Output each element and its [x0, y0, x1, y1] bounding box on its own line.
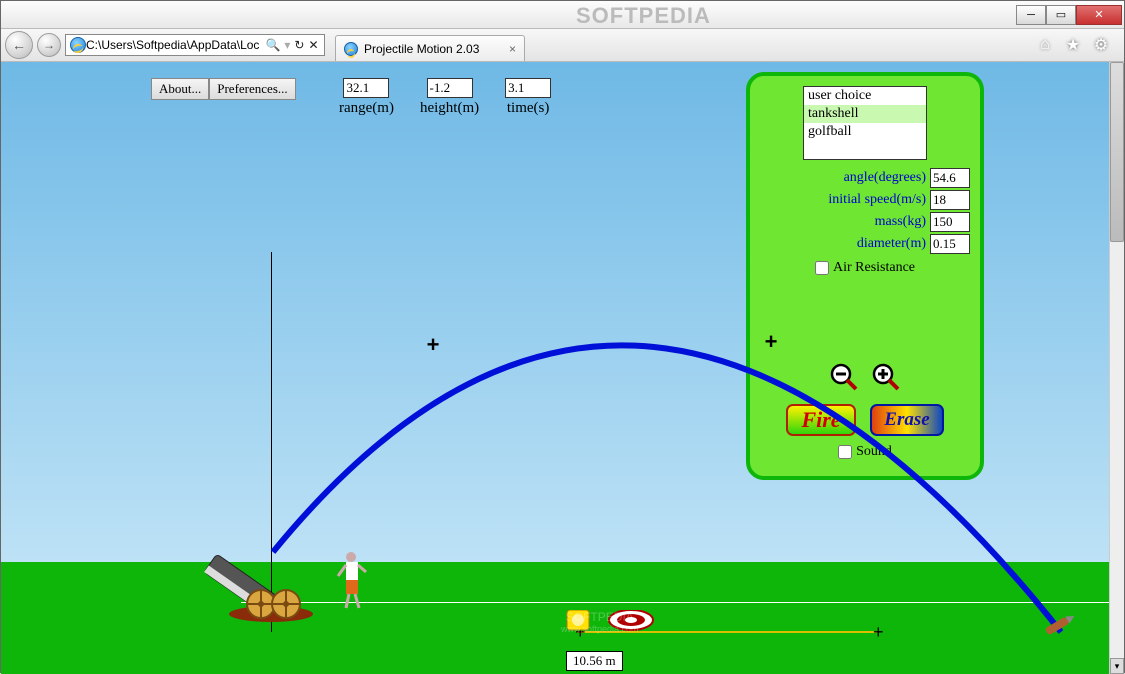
browser-tab[interactable]: Projectile Motion 2.03 ×: [335, 35, 525, 61]
zoom-out-icon[interactable]: [829, 362, 859, 392]
tools-icon[interactable]: ⚙: [1092, 36, 1110, 54]
forward-button[interactable]: →: [37, 33, 61, 57]
home-icon[interactable]: ⌂: [1036, 36, 1054, 54]
projectile-option[interactable]: golfball: [804, 123, 926, 141]
scrollbar-down-icon[interactable]: ▾: [1110, 658, 1124, 674]
tab-close-icon[interactable]: ×: [509, 42, 516, 56]
vertical-scrollbar[interactable]: ▾: [1109, 62, 1124, 674]
page-content: About... Preferences... range(m) height(…: [1, 62, 1124, 674]
projectile-option[interactable]: user choice: [804, 87, 926, 105]
control-panel: user choice tankshell golfball angle(deg…: [746, 72, 984, 480]
time-value[interactable]: [505, 78, 551, 98]
readouts: range(m) height(m) time(s): [339, 78, 551, 117]
sound-checkbox[interactable]: [838, 445, 852, 459]
navbar: ← → C:\Users\Softpedia\AppData\Loc 🔍 ▾ ↻…: [1, 29, 1124, 62]
cannon[interactable]: [211, 532, 321, 627]
favorites-icon[interactable]: ★: [1064, 36, 1082, 54]
trajectory-marker: +: [427, 332, 440, 358]
ground-line: [241, 602, 1109, 603]
height-value[interactable]: [427, 78, 473, 98]
fire-button[interactable]: Fire: [786, 404, 856, 436]
angle-input[interactable]: [930, 168, 970, 188]
zoom-in-icon[interactable]: [871, 362, 901, 392]
angle-label: angle(degrees): [844, 170, 926, 186]
search-icon[interactable]: 🔍: [265, 38, 280, 52]
browser-window: SOFTPEDIA ─ ▭ ✕ ← → C:\Users\Softpedia\A…: [0, 0, 1125, 673]
scrollbar-thumb[interactable]: [1110, 62, 1124, 242]
measure-readout: 10.56 m: [566, 651, 623, 671]
time-label: time(s): [507, 100, 550, 117]
diameter-label: diameter(m): [857, 236, 926, 252]
sound-label: Sound: [856, 444, 892, 460]
range-label: range(m): [339, 100, 394, 117]
ground-background: [1, 562, 1109, 674]
mass-input[interactable]: [930, 212, 970, 232]
preferences-button[interactable]: Preferences...: [209, 78, 295, 100]
projectile-option[interactable]: tankshell: [804, 105, 926, 123]
maximize-button[interactable]: ▭: [1046, 5, 1076, 25]
erase-button[interactable]: Erase: [870, 404, 944, 436]
tab-title: Projectile Motion 2.03: [364, 42, 479, 56]
speed-input[interactable]: [930, 190, 970, 210]
air-resistance-label: Air Resistance: [833, 260, 915, 276]
tape-measure[interactable]: + +: [561, 610, 891, 655]
address-bar[interactable]: C:\Users\Softpedia\AppData\Loc 🔍 ▾ ↻ ✕: [65, 34, 325, 56]
range-value[interactable]: [343, 78, 389, 98]
close-button[interactable]: ✕: [1076, 5, 1122, 25]
minimize-button[interactable]: ─: [1016, 5, 1046, 25]
diameter-input[interactable]: [930, 234, 970, 254]
back-button[interactable]: ←: [5, 31, 33, 59]
about-button[interactable]: About...: [151, 78, 209, 100]
mass-label: mass(kg): [875, 214, 926, 230]
svg-text:+: +: [873, 622, 884, 642]
ie-icon: [70, 37, 86, 53]
address-text: C:\Users\Softpedia\AppData\Loc: [86, 38, 259, 52]
titlebar: SOFTPEDIA ─ ▭ ✕: [1, 1, 1124, 29]
person-figure[interactable]: [336, 550, 370, 615]
air-resistance-checkbox[interactable]: [815, 261, 829, 275]
softpedia-watermark: SOFTPEDIA: [576, 3, 711, 29]
height-label: height(m): [420, 100, 479, 117]
stop-icon[interactable]: ✕: [308, 38, 318, 52]
refresh-icon[interactable]: ↻: [294, 38, 304, 52]
trajectory-marker: +: [765, 329, 778, 355]
speed-label: initial speed(m/s): [828, 192, 926, 208]
projectile-listbox[interactable]: user choice tankshell golfball: [803, 86, 927, 160]
ie-icon: [344, 42, 358, 56]
